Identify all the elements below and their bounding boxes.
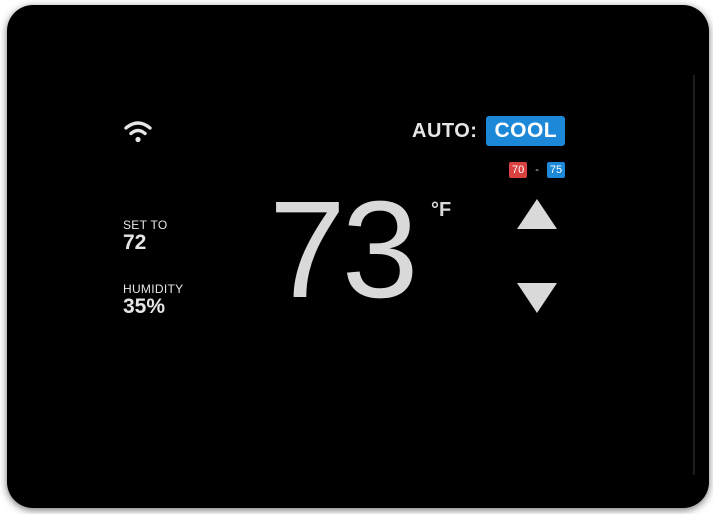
temperature-range: 70 - 75 — [509, 162, 566, 178]
arrow-up-icon[interactable] — [515, 195, 559, 233]
arrow-down-icon[interactable] — [515, 279, 559, 317]
range-low-badge: 70 — [509, 162, 528, 178]
humidity-value: 35% — [123, 295, 166, 318]
mode-indicator: AUTO: COOL — [412, 114, 566, 148]
range-separator: - — [535, 164, 539, 176]
thermostat-screen: AUTO: COOL 70 - 75 SET TO 72 HUMIDITY 35… — [7, 5, 709, 508]
setpoint-block: SET TO 72 — [123, 219, 168, 254]
bezel-divider — [693, 75, 695, 475]
temperature-unit: °F — [431, 199, 452, 221]
wifi-icon — [124, 121, 152, 143]
range-high-badge: 75 — [546, 162, 566, 178]
humidity-block: HUMIDITY 35% — [123, 283, 183, 318]
mode-cool-button[interactable]: COOL — [486, 116, 566, 146]
mode-label: AUTO: — [412, 119, 478, 142]
setpoint-value: 72 — [123, 231, 147, 254]
current-temperature: 73 — [269, 173, 418, 327]
